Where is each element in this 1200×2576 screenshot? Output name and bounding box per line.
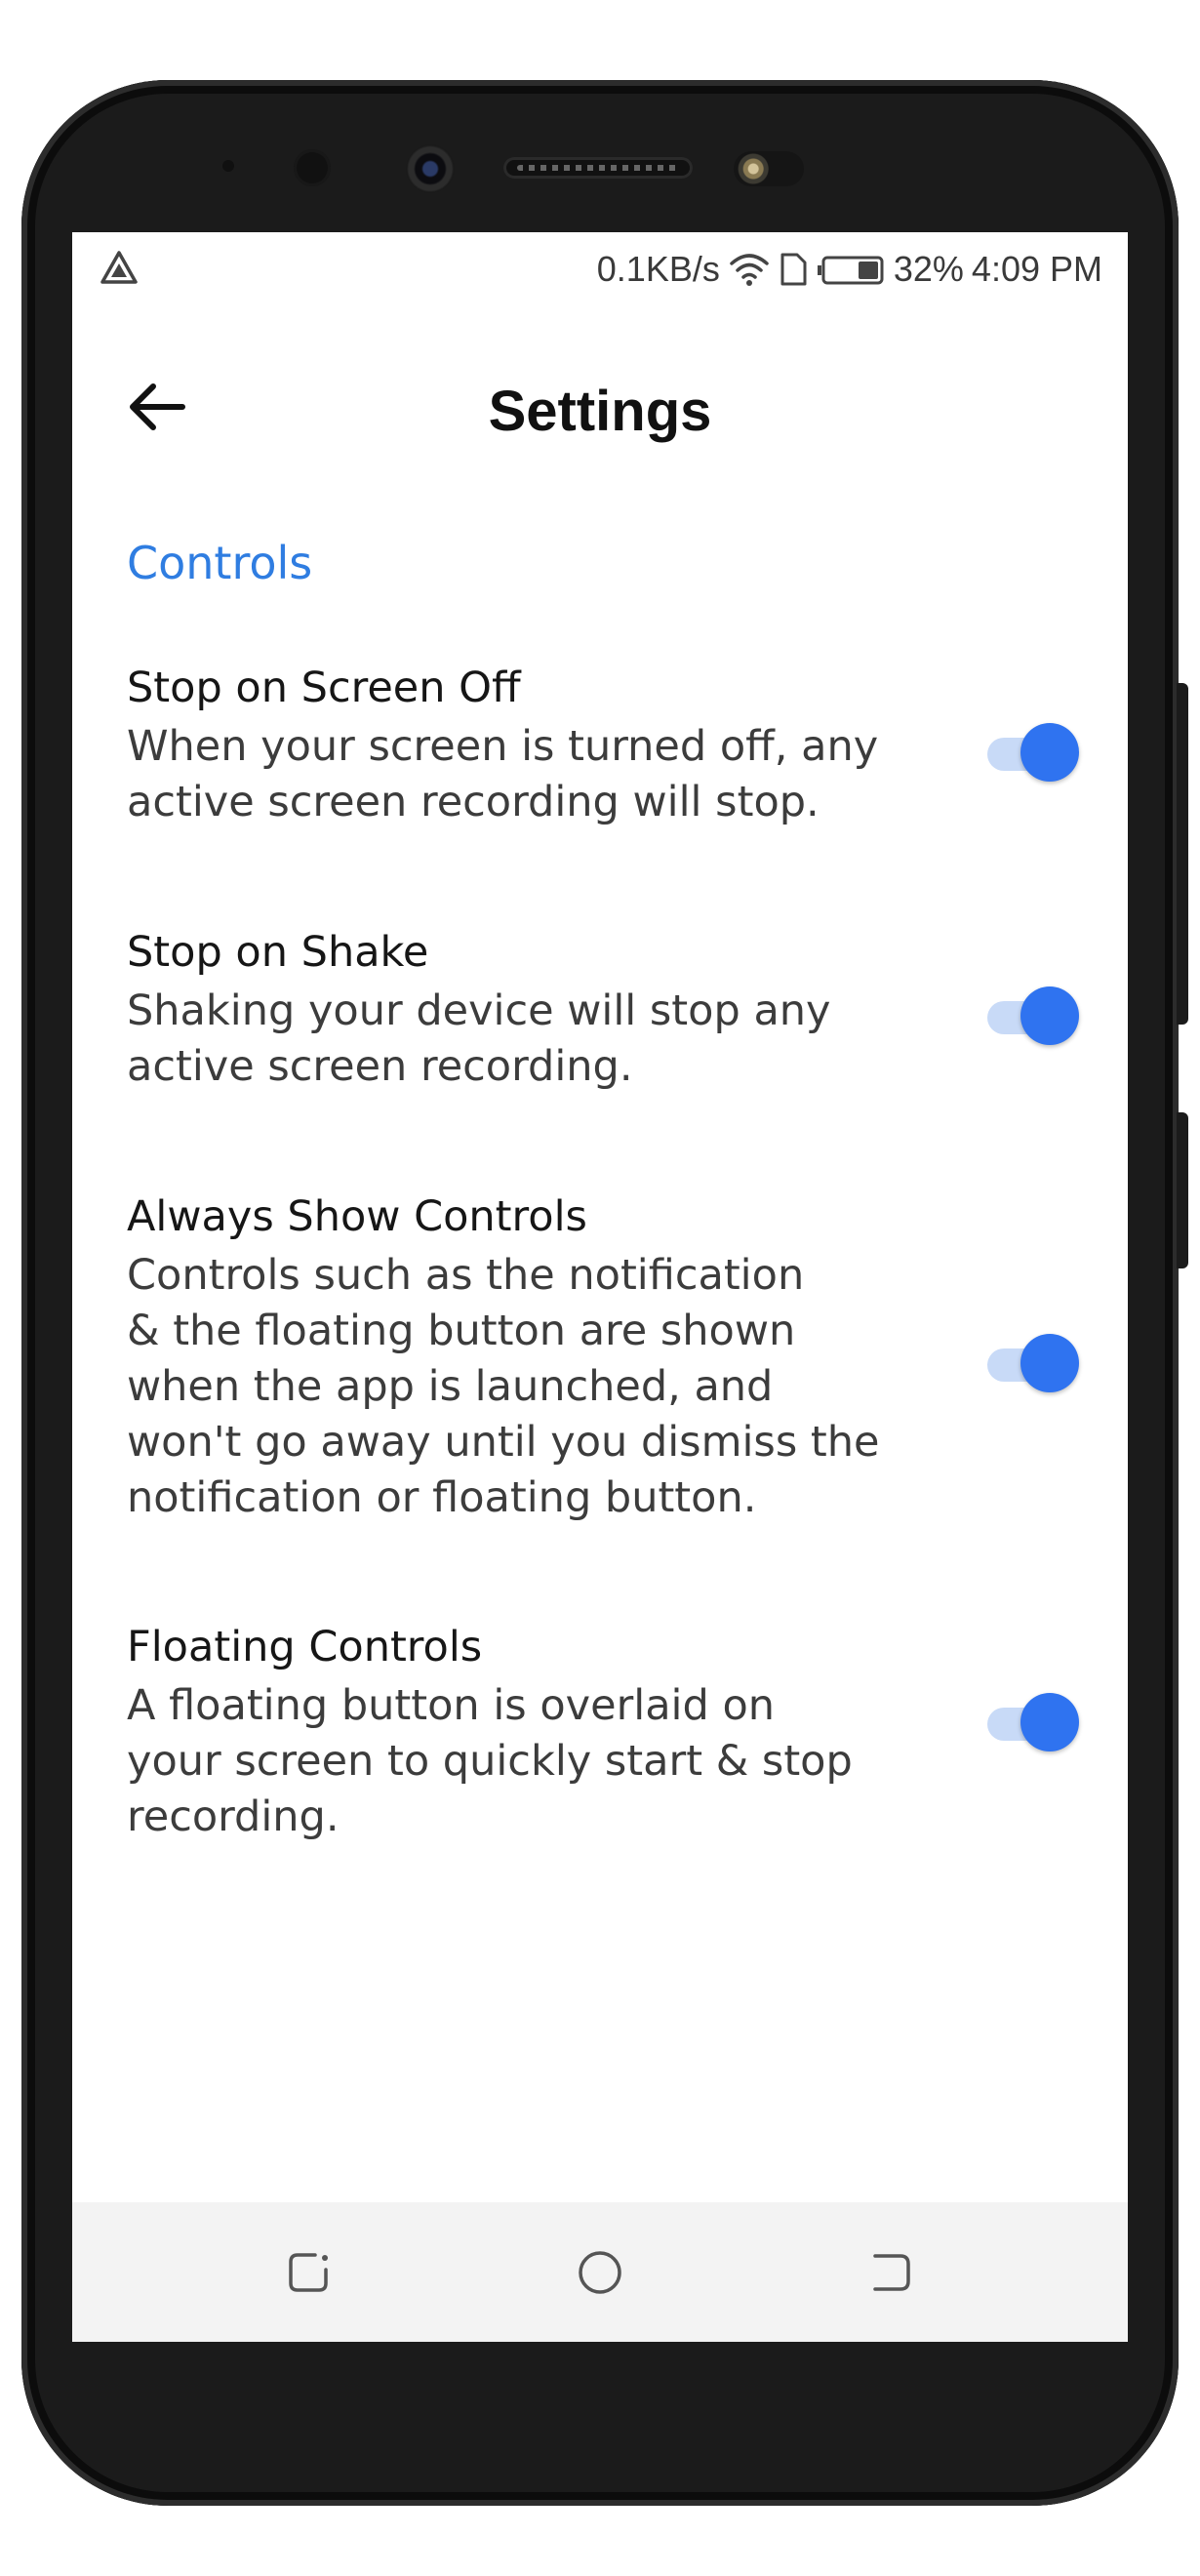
front-flash — [734, 151, 804, 186]
clock: 4:09 PM — [971, 249, 1102, 289]
app-bar: Settings — [72, 330, 1128, 486]
switch-thumb — [1020, 1693, 1079, 1751]
setting-always-show-controls[interactable]: Always Show Controls Controls such as th… — [127, 1187, 1083, 1526]
page-title: Settings — [488, 380, 712, 443]
back-nav-icon — [873, 2254, 910, 2291]
navigation-bar — [72, 2202, 1128, 2342]
device-mockup: 0.1KB/s 32% 4:09 PM Settings Controls St… — [0, 0, 1200, 2576]
setting-description: A floating button is overlaid on your sc… — [127, 1681, 853, 1841]
home-button[interactable] — [569, 2241, 631, 2304]
battery-icon — [816, 252, 886, 287]
switch-thumb — [1020, 986, 1079, 1045]
alert-triangle-icon — [100, 250, 139, 285]
status-right: 0.1KB/s 32% 4:09 PM — [597, 248, 1102, 291]
wifi-icon — [728, 252, 771, 287]
screen: 0.1KB/s 32% 4:09 PM Settings Controls St… — [72, 232, 1128, 2342]
setting-title: Stop on Shake — [127, 928, 429, 977]
recents-icon — [289, 2253, 328, 2292]
switch-thumb — [1020, 723, 1079, 782]
section-header-controls: Controls — [127, 537, 313, 589]
light-sensor — [294, 149, 331, 186]
stop-on-shake-switch[interactable] — [981, 986, 1079, 1045]
setting-floating-controls[interactable]: Floating Controls A floating button is o… — [127, 1618, 1083, 1845]
switch-thumb — [1020, 1334, 1079, 1392]
setting-description: Controls such as the notification & the … — [127, 1251, 880, 1522]
sim-card-icon — [779, 251, 808, 288]
volume-button — [1177, 683, 1188, 1025]
earpiece-speaker — [503, 157, 693, 179]
setting-description: Shaking your device will stop any active… — [127, 986, 831, 1091]
floating-controls-switch[interactable] — [981, 1693, 1079, 1751]
setting-stop-on-screen-off[interactable]: Stop on Screen Off When your screen is t… — [127, 659, 1083, 830]
back-nav-button[interactable] — [860, 2241, 923, 2304]
setting-title: Floating Controls — [127, 1623, 483, 1671]
proximity-sensor — [222, 160, 234, 172]
setting-title: Stop on Screen Off — [127, 664, 521, 712]
setting-stop-on-shake[interactable]: Stop on Shake Shaking your device will s… — [127, 923, 1083, 1095]
home-icon — [579, 2251, 621, 2294]
battery-percent: 32% — [893, 249, 964, 289]
front-camera — [406, 144, 455, 193]
setting-title: Always Show Controls — [127, 1192, 587, 1241]
always-show-controls-switch[interactable] — [981, 1334, 1079, 1392]
stop-on-screen-off-switch[interactable] — [981, 723, 1079, 782]
power-button — [1177, 1112, 1188, 1268]
recents-button[interactable] — [277, 2241, 340, 2304]
network-speed: 0.1KB/s — [596, 249, 720, 289]
setting-description: When your screen is turned off, any acti… — [127, 722, 879, 826]
status-bar: 0.1KB/s 32% 4:09 PM — [72, 232, 1128, 310]
